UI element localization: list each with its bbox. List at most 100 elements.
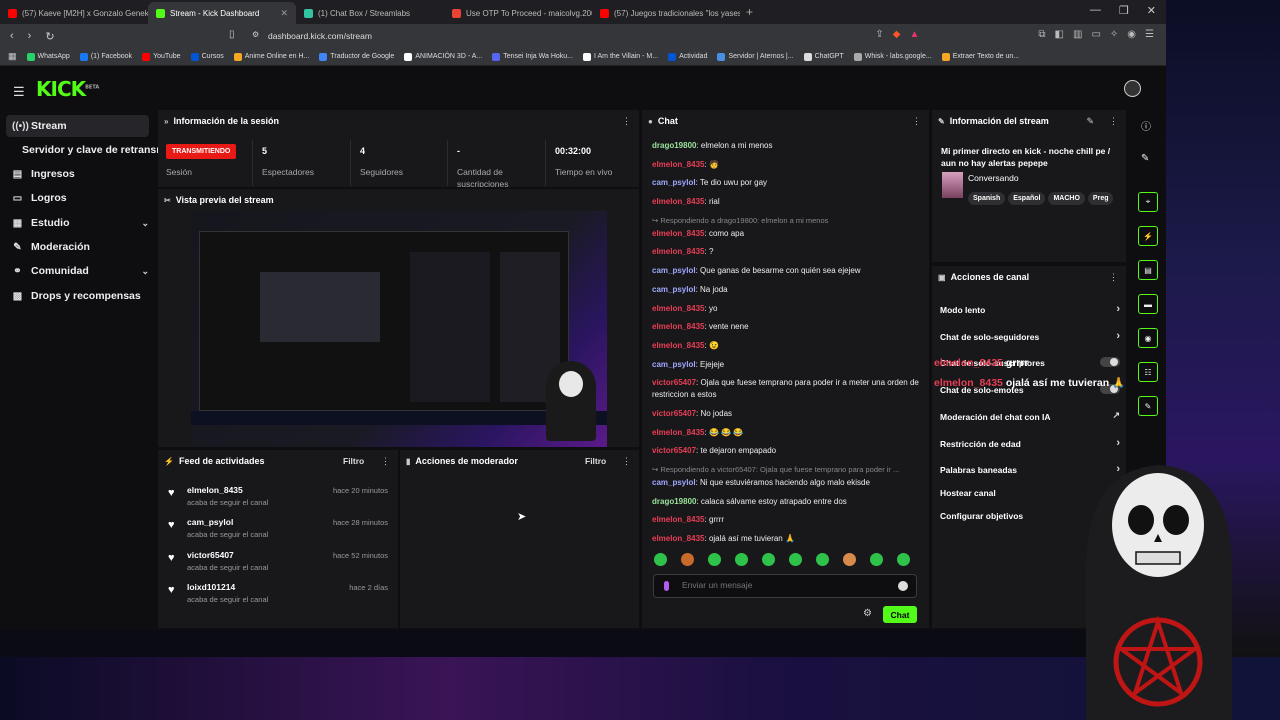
action-followers-only[interactable]: Chat de solo-seguidores ›: [940, 330, 1120, 342]
more-options-icon[interactable]: ⋮: [1109, 116, 1118, 127]
more-options-icon[interactable]: ⋮: [622, 456, 631, 467]
chat-username[interactable]: victor65407: [652, 446, 696, 455]
menu-icon[interactable]: ☰: [1145, 29, 1154, 40]
bookmark-item[interactable]: I Am the Villain - M...: [583, 52, 658, 61]
bookmark-item[interactable]: Cursos: [190, 52, 224, 61]
chat-username[interactable]: elmelon_8435: [652, 534, 704, 543]
action-slow-mode[interactable]: Modo lento ›: [940, 303, 1120, 315]
site-info-icon[interactable]: ⚙: [252, 30, 259, 39]
pen-icon[interactable]: ✎: [1141, 153, 1149, 164]
chat-message-input[interactable]: [682, 580, 882, 590]
category-name[interactable]: Conversando: [968, 173, 1019, 183]
more-options-icon[interactable]: ⋮: [1109, 272, 1118, 283]
browser-tab-active[interactable]: Stream - Kick Dashboard ✕: [148, 2, 296, 24]
emote-icon[interactable]: [897, 553, 910, 566]
bookmark-item[interactable]: Extraer Texto de un...: [941, 52, 1019, 61]
sidebar-item-drops[interactable]: ▩ Drops y recompensas: [6, 285, 149, 307]
chat-username[interactable]: elmelon_8435: [652, 515, 704, 524]
close-tab-icon[interactable]: ✕: [280, 8, 288, 19]
apps-grid-icon[interactable]: ▦: [8, 51, 17, 62]
extension-icon[interactable]: ⧉: [1038, 29, 1045, 40]
chat-username[interactable]: elmelon_8435: [652, 304, 704, 313]
chat-username[interactable]: elmelon_8435: [652, 322, 704, 331]
url-field[interactable]: dashboard.kick.com/stream: [268, 31, 372, 41]
chat-settings-gear-icon[interactable]: ⚙: [863, 608, 872, 619]
browser-tab[interactable]: Use OTP To Proceed - maicolvg.2002@: [444, 2, 592, 24]
sidebar-toggle-icon[interactable]: ▥: [1073, 29, 1082, 40]
browser-tab[interactable]: (57) Juegos tradicionales "los yases": [592, 2, 740, 24]
chat-username[interactable]: elmelon_8435: [652, 160, 704, 169]
info-icon[interactable]: ⓘ: [1141, 118, 1151, 133]
emote-icon[interactable]: [816, 553, 829, 566]
kick-logo[interactable]: KICKBETA: [36, 77, 99, 101]
sidebar-item-stream[interactable]: ((•)) Stream: [6, 115, 149, 137]
sidebar-item-comunidad[interactable]: ⚭ Comunidad ⌄: [6, 260, 149, 282]
back-icon[interactable]: ‹: [10, 30, 14, 43]
chat-username[interactable]: elmelon_8435: [652, 197, 704, 206]
shortcut-button[interactable]: ⚡: [1138, 226, 1158, 246]
bookmark-item[interactable]: YouTube: [142, 52, 181, 61]
minimize-icon[interactable]: —: [1090, 4, 1101, 17]
stream-preview-video[interactable]: [191, 211, 607, 447]
bookmark-item[interactable]: Tensei Inja Wa Hoku...: [492, 52, 573, 61]
emote-icon[interactable]: [708, 553, 721, 566]
edit-pencil-icon[interactable]: ✎: [1086, 116, 1094, 127]
sidebar-item-estudio[interactable]: ▦ Estudio ⌄: [6, 212, 149, 234]
chat-username[interactable]: victor65407: [652, 409, 696, 418]
chat-username[interactable]: victor65407: [652, 378, 696, 387]
new-tab-icon[interactable]: +: [746, 5, 753, 19]
filter-button[interactable]: Filtro: [585, 456, 606, 466]
bookmark-item[interactable]: ChatGPT: [803, 52, 844, 61]
send-chat-button[interactable]: Chat: [883, 606, 917, 623]
chat-username[interactable]: elmelon_8435: [652, 247, 704, 256]
leo-icon[interactable]: ✧: [1110, 29, 1118, 40]
bookmark-item[interactable]: Traductor de Google: [319, 52, 394, 61]
more-options-icon[interactable]: ⋮: [912, 116, 921, 127]
chat-username[interactable]: elmelon_8435: [652, 229, 704, 238]
feed-user[interactable]: cam_psylol: [187, 517, 233, 527]
emote-icon[interactable]: [735, 553, 748, 566]
toggle-switch[interactable]: [1100, 357, 1120, 367]
sidebar-item-logros[interactable]: ▭ Logros: [6, 187, 149, 209]
sidebar-item-server-key[interactable]: Servidor y clave de retransmisión: [16, 139, 166, 161]
emote-icon[interactable]: [789, 553, 802, 566]
feed-user[interactable]: victor65407: [187, 550, 234, 560]
bookmark-page-icon[interactable]: ▯: [229, 29, 235, 40]
bookmark-item[interactable]: (1) Facebook: [79, 52, 132, 61]
shortcut-button[interactable]: ◉: [1138, 328, 1158, 348]
action-age-restriction[interactable]: Restricción de edad ›: [940, 437, 1120, 449]
more-options-icon[interactable]: ⋮: [381, 456, 390, 467]
emote-icon[interactable]: [870, 553, 883, 566]
shortcut-button[interactable]: ▤: [1138, 260, 1158, 280]
feed-user[interactable]: loixd101214: [187, 582, 235, 592]
bookmark-item[interactable]: Servidor | Aternos |...: [717, 52, 794, 61]
chat-username[interactable]: cam_psylol: [652, 285, 696, 294]
sidebar-item-ingresos[interactable]: ▤ Ingresos: [6, 163, 149, 185]
emote-icon[interactable]: [762, 553, 775, 566]
chat-username[interactable]: cam_psylol: [652, 360, 696, 369]
bookmark-item[interactable]: Whisk - labs.google...: [853, 52, 932, 61]
mic-icon[interactable]: [664, 581, 669, 591]
shortcut-button[interactable]: ⌖: [1138, 192, 1158, 212]
browser-tab[interactable]: (1) Chat Box / Streamlabs: [296, 2, 444, 24]
share-icon[interactable]: ⇪: [875, 29, 883, 40]
bookmark-item[interactable]: WhatsApp: [26, 52, 70, 61]
brave-shield-icon[interactable]: ◆: [893, 29, 901, 40]
wallet-icon[interactable]: ▭: [1091, 29, 1100, 40]
hamburger-menu-icon[interactable]: ☰: [13, 84, 25, 100]
bookmark-item[interactable]: Anime Online en H...: [233, 52, 309, 61]
chat-username[interactable]: elmelon_8435: [652, 341, 704, 350]
chat-username[interactable]: drago19800: [652, 497, 696, 506]
chat-username[interactable]: cam_psylol: [652, 266, 696, 275]
shortcut-button[interactable]: ✎: [1138, 396, 1158, 416]
chat-username[interactable]: drago19800: [652, 141, 696, 150]
bookmark-item[interactable]: ANIMACIÓN 3D - A...: [404, 52, 482, 61]
chat-username[interactable]: elmelon_8435: [652, 428, 704, 437]
action-ai-moderation[interactable]: Moderación del chat con IA ↗: [940, 410, 1120, 422]
extension-icon[interactable]: ◧: [1055, 29, 1064, 40]
emote-icon[interactable]: [654, 553, 667, 566]
more-options-icon[interactable]: ⋮: [622, 116, 631, 127]
forward-icon[interactable]: ›: [28, 30, 32, 43]
emote-icon[interactable]: [681, 553, 694, 566]
shortcut-button[interactable]: ☷: [1138, 362, 1158, 382]
